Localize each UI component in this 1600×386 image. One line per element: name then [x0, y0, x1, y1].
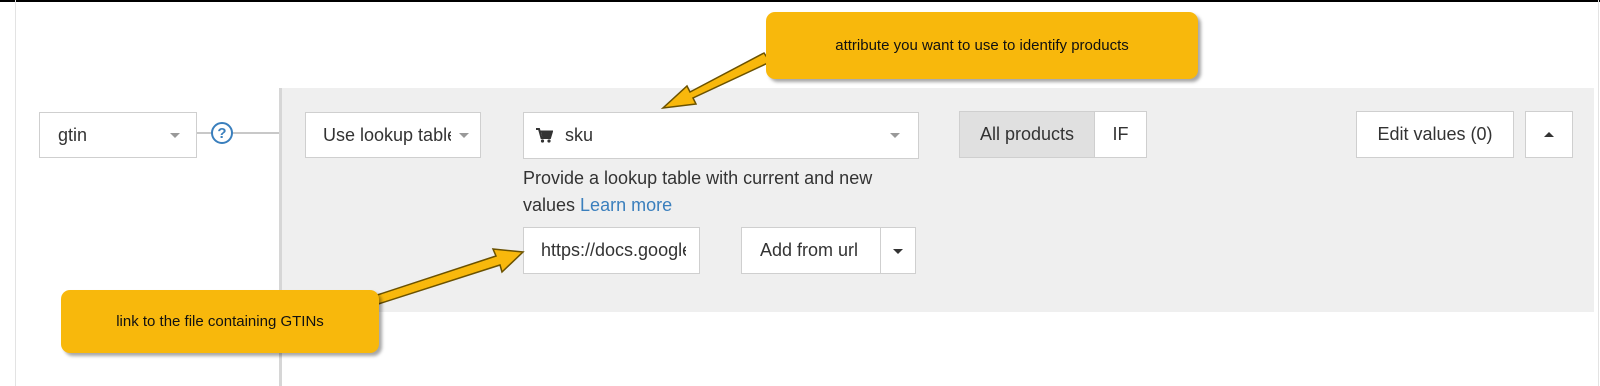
- arrow-to-lookup-select: [660, 52, 772, 110]
- arrow-to-url-input: [366, 248, 525, 307]
- callout-top: attribute you want to use to identify pr…: [766, 12, 1198, 79]
- callout-bottom: link to the file containing GTINs: [61, 290, 379, 353]
- callout-top-text: attribute you want to use to identify pr…: [835, 37, 1129, 54]
- callout-bottom-text: link to the file containing GTINs: [116, 313, 324, 330]
